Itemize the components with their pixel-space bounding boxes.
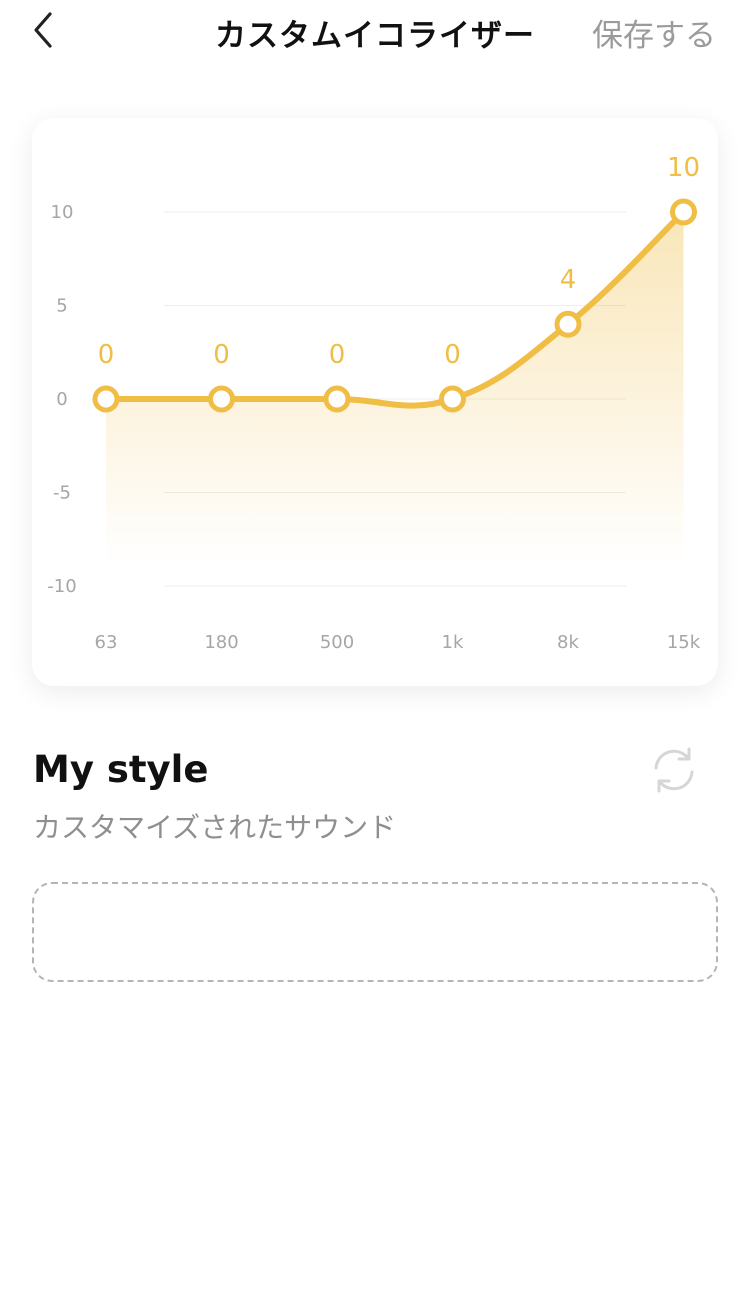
x-tick-label: 500 (320, 632, 354, 653)
band-value-label: 0 (329, 340, 346, 370)
x-tick-label: 8k (557, 632, 579, 653)
preset-slot[interactable] (32, 882, 718, 982)
band-value-label: 0 (98, 340, 115, 370)
band-value-label: 4 (560, 265, 577, 295)
y-tick-label: 5 (56, 296, 67, 317)
band-point-1k (439, 385, 466, 413)
x-tick-label: 180 (204, 632, 238, 653)
y-tick-label: 0 (56, 389, 67, 410)
area-fill (106, 212, 684, 566)
x-tick-label: 63 (95, 632, 118, 653)
style-subtitle: カスタマイズされたサウンド (33, 811, 397, 844)
y-tick-label: -5 (53, 483, 71, 504)
save-button[interactable]: 保存する (592, 10, 716, 55)
band-point-8k (554, 310, 582, 338)
top-bar: カスタムイコライザー 保存する (0, 0, 750, 64)
reset-button[interactable] (648, 744, 700, 796)
band-value-label: 0 (213, 340, 230, 370)
refresh-icon (654, 747, 694, 793)
y-tick-label: -10 (47, 576, 76, 597)
band-point-15k (670, 198, 697, 226)
x-tick-label: 15k (667, 632, 701, 653)
band-point-180 (208, 385, 235, 413)
equalizer-card: 10 5 0 -5 -10 0 63 0 180 0 500 0 1k 4 8k 10 15k (32, 118, 718, 686)
equalizer-chart: 10 5 0 -5 -10 0 63 0 180 0 500 0 1k 4 8k 10 15k (47, 153, 701, 653)
band-point-500 (323, 385, 351, 413)
y-tick-label: 10 (51, 202, 74, 223)
x-tick-label: 1k (442, 632, 464, 653)
style-name: My style (33, 748, 209, 791)
band-value-label: 0 (444, 340, 461, 370)
band-point-63 (92, 385, 120, 413)
band-value-label: 10 (667, 153, 700, 183)
